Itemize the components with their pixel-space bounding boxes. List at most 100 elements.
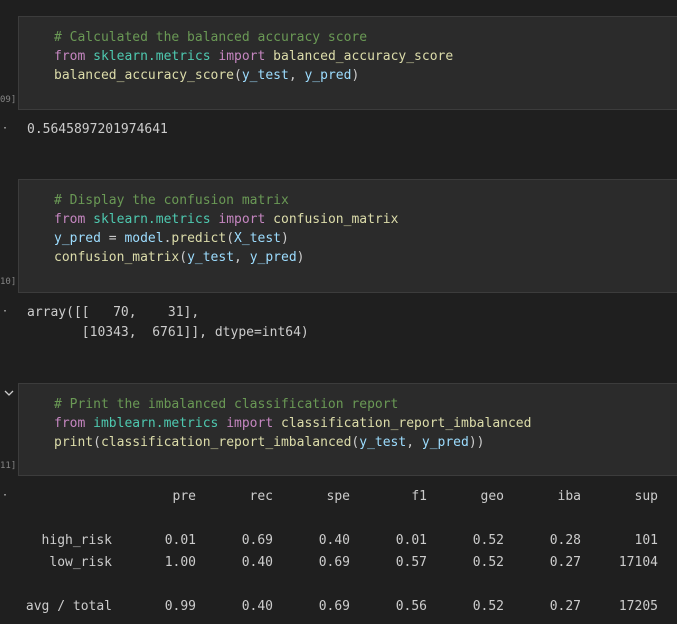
code-line: print(classification_report_imbalanced(y… [54,433,485,452]
report-value: 0.52 [472,555,504,570]
report-value: 17205 [618,599,658,614]
code-token: print [54,435,94,450]
code-line: # Calculated the balanced accuracy score [54,28,367,47]
code-token: classification_report_imbalanced [281,416,532,431]
chevron-down-icon[interactable] [4,388,14,398]
code-token: X_test [234,231,282,246]
code-token: y_pred [249,250,297,265]
report-header: rec [249,489,273,504]
execution-count: 10] [0,277,17,287]
code-line: # Display the confusion matrix [54,191,289,210]
code-line: confusion_matrix(y_test, y_pred) [54,248,304,267]
code-cell-3[interactable]: # Print the imbalanced classification re… [18,383,677,476]
code-token: # Calculated the balanced accuracy score [54,30,368,45]
code-line: balanced_accuracy_score(y_test, y_pred) [54,66,359,85]
code-token: import [218,212,266,227]
code-token: confusion_matrix [273,212,399,227]
report-value: 0.40 [241,599,273,614]
report-header: sup [634,489,658,504]
report-header: spe [326,489,350,504]
cell-output: [10343, 6761]], dtype=int64) [27,325,309,340]
report-row-label: avg / total [25,599,112,614]
report-value: 0.99 [164,599,196,614]
code-token: , [234,250,250,265]
code-token: # Print the imbalanced classification re… [54,397,399,412]
code-cell-1[interactable]: # Calculated the balanced accuracy score… [18,16,677,110]
report-row-label: high_risk [41,533,112,548]
report-value: 0.28 [549,533,581,548]
code-token: , [288,68,305,83]
report-value: 0.40 [241,555,273,570]
code-token: , [406,435,422,450]
report-value: 0.01 [164,533,196,548]
code-token: y_pred [421,435,469,450]
code-token: predict [171,231,227,246]
code-token: ) [281,231,289,246]
execution-count: 09] [0,95,17,105]
report-value: 0.52 [472,599,504,614]
report-value: 0.56 [395,599,427,614]
report-value: 101 [634,533,658,548]
execution-count: 11] [0,461,17,471]
report-value: 0.27 [549,599,581,614]
report-value: 0.69 [318,555,350,570]
report-header: iba [557,489,581,504]
output-marker: · [2,306,9,317]
code-token: ( [93,435,101,450]
cell-output: 0.5645897201974641 [27,122,168,137]
code-token: from [54,49,86,64]
report-value: 0.57 [395,555,427,570]
report-value: 0.01 [395,533,427,548]
code-token: import [218,49,266,64]
report-value: 0.27 [549,555,581,570]
report-value: 0.69 [318,599,350,614]
code-line: from sklearn.metrics import confusion_ma… [54,210,398,229]
code-line: # Print the imbalanced classification re… [54,395,398,414]
code-token: sklearn.metrics [93,49,211,64]
report-header: pre [172,489,196,504]
code-line: from sklearn.metrics import balanced_acc… [54,47,453,66]
code-token: balanced_accuracy_score [273,49,454,64]
report-value: 1.00 [164,555,196,570]
code-token: y_pred [304,68,352,83]
code-token: ( [226,231,235,246]
code-token: from [54,416,86,431]
report-value: 0.52 [472,533,504,548]
code-line: from imblearn.metrics import classificat… [54,414,531,433]
code-token: ( [179,250,188,265]
code-token: model [124,231,164,246]
report-value: 0.69 [241,533,273,548]
report-header: f1 [411,489,427,504]
report-value: 0.40 [318,533,350,548]
report-value: 17104 [618,555,658,570]
output-marker: · [2,123,9,134]
code-token: balanced_accuracy_score [54,68,235,83]
code-token: y_test [241,68,289,83]
code-token: # Display the confusion matrix [54,193,289,208]
code-token: ) [296,250,305,265]
code-token: from [54,212,86,227]
code-token: ) [351,68,360,83]
code-token: imblearn.metrics [93,416,219,431]
code-token: )) [468,435,485,450]
code-line: y_pred = model.predict(X_test) [54,229,289,248]
code-cell-2[interactable]: # Display the confusion matrix from skle… [18,179,677,293]
output-marker: · [2,490,9,501]
code-token: classification_report_imbalanced [100,435,352,450]
report-header: geo [480,489,504,504]
code-token: sklearn.metrics [93,212,211,227]
cell-output: array([[ 70, 31], [27,305,200,320]
report-row-label: low_risk [49,555,112,570]
code-token: ( [234,68,242,83]
code-token: y_test [359,435,407,450]
code-token: import [226,416,274,431]
code-token: confusion_matrix [54,250,180,265]
code-token: = [100,231,125,246]
code-token: y_test [187,250,235,265]
